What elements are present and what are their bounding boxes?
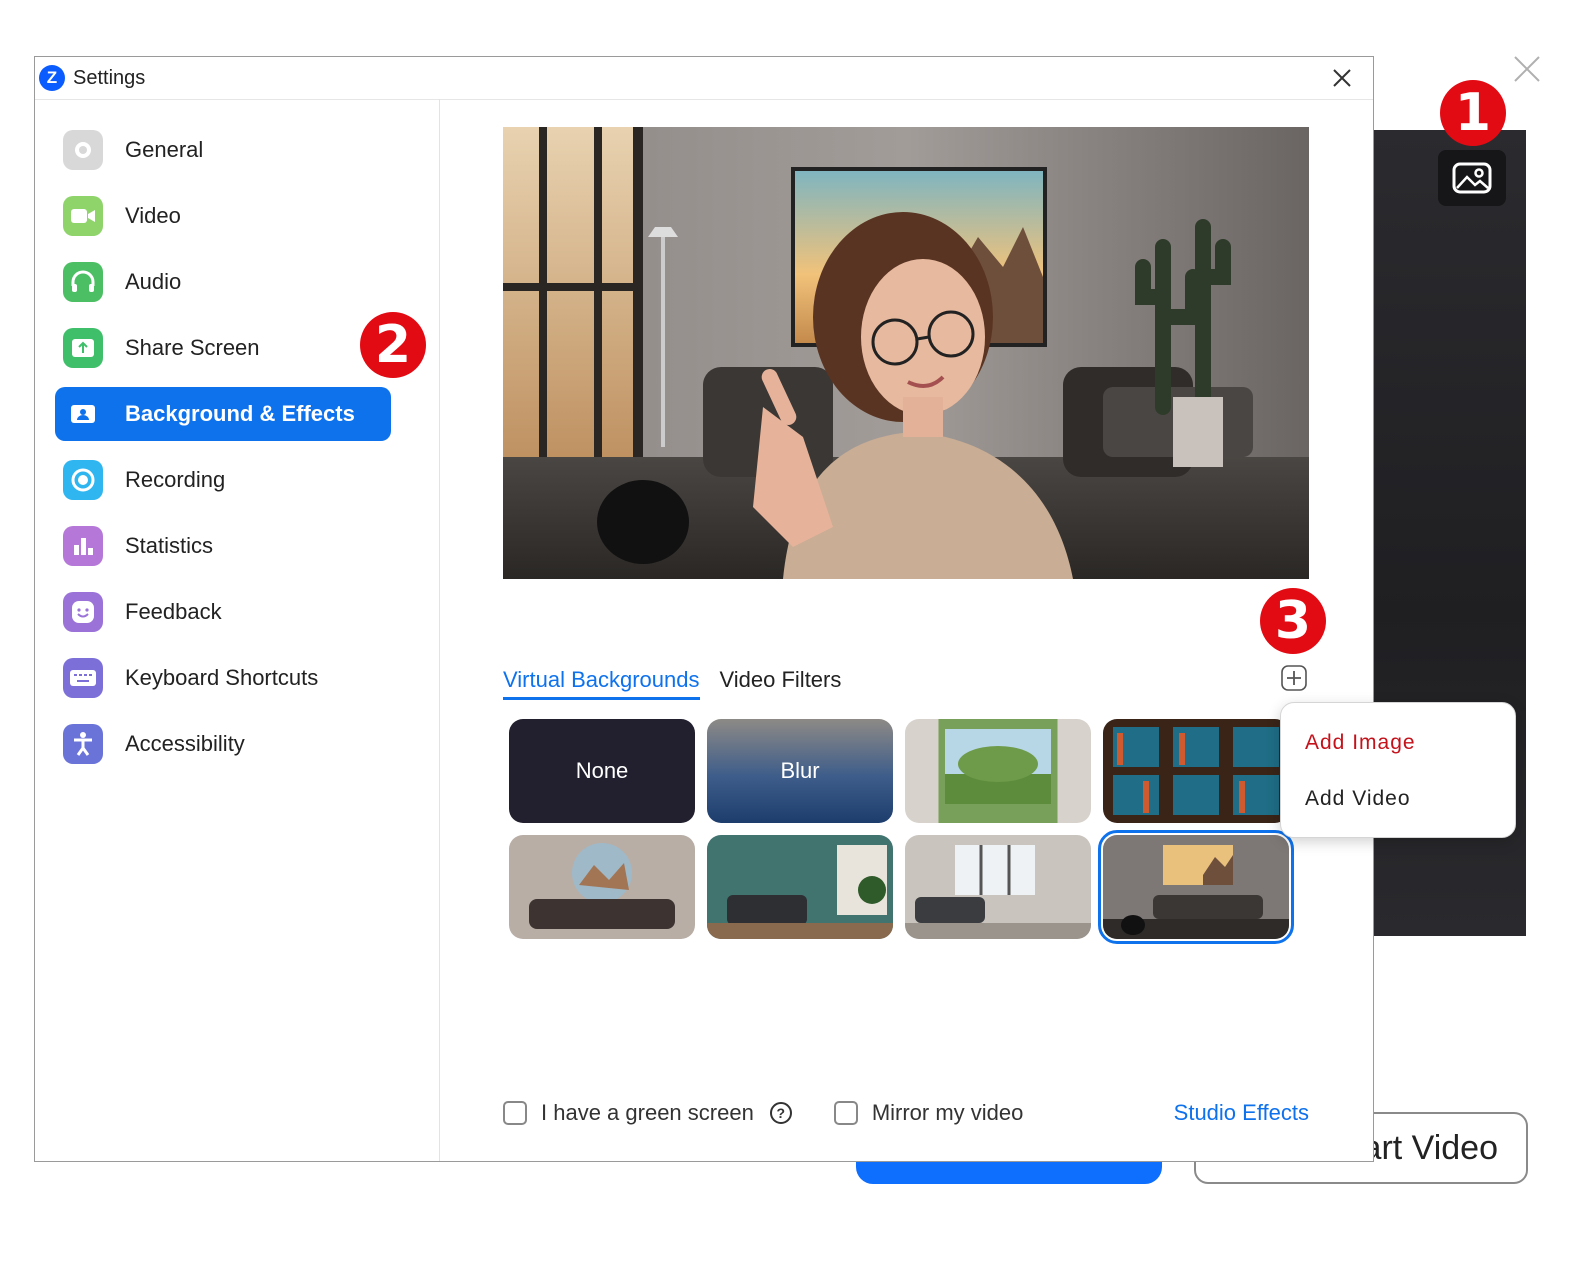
add-background-plus-icon[interactable] [1281, 665, 1307, 691]
studio-effects-link[interactable]: Studio Effects [1174, 1100, 1309, 1126]
headphones-icon [63, 262, 103, 302]
tab-virtual-backgrounds[interactable]: Virtual Backgrounds [503, 667, 700, 700]
settings-dialog: Z Settings General Video Audio Share Scr… [34, 56, 1374, 1162]
background-selected-room-tile[interactable] [1098, 830, 1294, 944]
background-garden-tile[interactable] [905, 719, 1091, 823]
sidebar-item-recording[interactable]: Recording [55, 453, 391, 507]
background-teal-room-tile[interactable] [707, 835, 893, 939]
sidebar-item-label: Recording [125, 467, 226, 492]
tab-video-filters[interactable]: Video Filters [720, 667, 842, 700]
sidebar-item-label: Statistics [125, 533, 214, 558]
title-bar: Z Settings [35, 57, 1373, 100]
sidebar-item-label: Video [125, 203, 181, 228]
close-icon[interactable] [1329, 65, 1355, 91]
zoom-logo-icon: Z [39, 65, 65, 91]
sidebar-item-label: Share Screen [125, 335, 260, 360]
video-camera-icon [63, 196, 103, 236]
background-blur-tile[interactable]: Blur [707, 719, 893, 823]
sidebar-item-label: Audio [125, 269, 182, 294]
sidebar-item-label: Feedback [125, 599, 222, 624]
sidebar-item-general[interactable]: General [55, 123, 391, 177]
add-background-menu: Add Image Add Video [1280, 702, 1516, 838]
background-bright-room-tile[interactable] [905, 835, 1091, 939]
sidebar-item-label: Accessibility [125, 731, 245, 756]
sidebar-item-keyboard-shortcuts[interactable]: Keyboard Shortcuts [55, 651, 391, 705]
sidebar-item-share-screen[interactable]: Share Screen [55, 321, 391, 375]
window-title: Settings [73, 66, 146, 89]
sidebar: General Video Audio Share Screen Backgro… [35, 99, 440, 1161]
image-icon [1452, 162, 1492, 194]
green-screen-label: I have a green screen [541, 1100, 754, 1125]
sidebar-item-statistics[interactable]: Statistics [55, 519, 391, 573]
sidebar-item-background-effects[interactable]: Background & Effects [55, 387, 391, 441]
sidebar-item-label: Background & Effects [125, 401, 355, 426]
add-video-menu-item[interactable]: Add Video [1305, 787, 1411, 811]
share-screen-icon [63, 328, 103, 368]
background-effects-icon [63, 394, 103, 434]
sidebar-item-label: General [125, 137, 204, 162]
video-preview [503, 127, 1309, 579]
sidebar-item-feedback[interactable]: Feedback [55, 585, 391, 639]
background-round-window-tile[interactable] [509, 835, 695, 939]
mirror-video-checkbox[interactable] [833, 1101, 858, 1125]
help-question-icon[interactable]: ? [769, 1102, 792, 1124]
recording-icon [63, 460, 103, 500]
accessibility-icon [63, 724, 103, 764]
add-image-menu-item[interactable]: Add Image [1305, 731, 1416, 755]
background-close-icon[interactable] [1512, 54, 1542, 84]
sidebar-item-accessibility[interactable]: Accessibility [55, 717, 391, 771]
green-screen-checkbox[interactable] [503, 1101, 527, 1125]
annotation-badge-3: 3 [1260, 588, 1326, 654]
feedback-smile-icon [63, 592, 103, 632]
gear-icon [63, 130, 103, 170]
background-bookshelf-tile[interactable] [1103, 719, 1289, 823]
mirror-video-label: Mirror my video [871, 1100, 1024, 1125]
options-row: I have a green screen ? Mirror my video … [503, 1093, 1309, 1133]
sidebar-item-video[interactable]: Video [55, 189, 391, 243]
background-photo-button[interactable] [1438, 150, 1506, 206]
sidebar-item-audio[interactable]: Audio [55, 255, 391, 309]
sidebar-item-label: Keyboard Shortcuts [125, 665, 319, 690]
keyboard-icon [63, 658, 103, 698]
statistics-icon [63, 526, 103, 566]
main-content: Virtual Backgrounds Video Filters None B… [439, 99, 1373, 1161]
background-none-tile[interactable]: None [509, 719, 695, 823]
annotation-badge-2: 2 [360, 312, 426, 378]
tab-bar: Virtual Backgrounds Video Filters [503, 667, 861, 700]
annotation-badge-1: 1 [1440, 80, 1506, 146]
